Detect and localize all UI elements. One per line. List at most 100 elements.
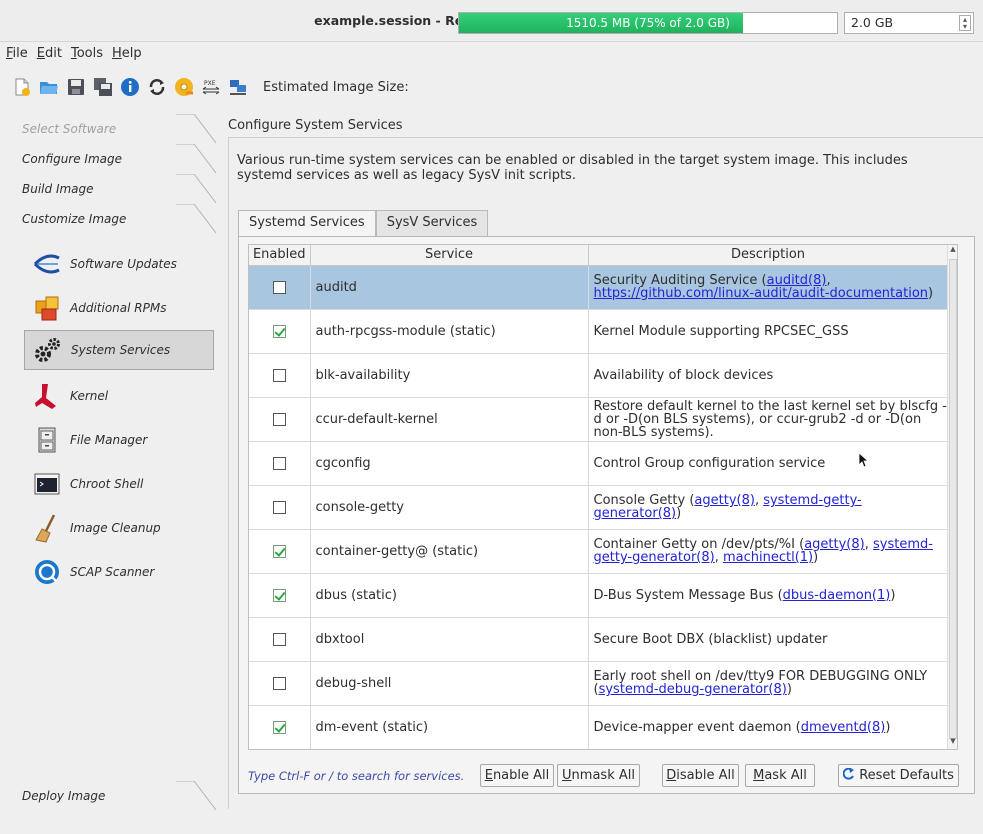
man-page-link[interactable]: dmeventd(8) [801,720,886,735]
page-description: Various run-time system services can be … [237,153,908,183]
service-description: Control Group configuration service [588,441,949,486]
man-page-link[interactable]: systemd-debug-generator(8) [599,682,787,697]
toolbar: PXE Estimated Image Size: [0,65,983,109]
step-select-software[interactable]: Select Software [0,114,222,144]
tool-file-manager[interactable]: File Manager [24,420,214,460]
tool-kernel[interactable]: Kernel [24,376,214,416]
spin-arrows-icon[interactable]: ▴ ▾ [959,15,971,31]
menu-edit[interactable]: Edit [35,46,69,61]
network-icon[interactable] [228,77,248,97]
info-icon[interactable] [120,77,140,97]
step-separator-icon [176,114,216,144]
save-icon[interactable] [66,77,86,97]
tool-system-services-label: System Services [71,343,171,357]
description-tail: ) [885,719,891,735]
column-header-service[interactable]: Service [310,245,589,266]
scrollbar-thumb[interactable] [949,259,957,739]
enabled-cell [249,353,311,398]
save-as-icon[interactable] [93,77,113,97]
menu-help[interactable]: Help [110,46,149,61]
description-tail: ) [786,682,792,697]
table-row[interactable]: debug-shell Early root shell on /dev/tty9… [249,661,949,706]
enabled-cell [249,309,311,354]
service-description: Early root shell on /dev/tty9 FOR DEBUGG… [588,661,949,706]
mouse-pointer-icon [858,452,870,468]
step-build-image[interactable]: Build Image [0,174,222,204]
link-separator: , [714,550,723,565]
tool-additional-rpms[interactable]: Additional RPMs [24,288,214,328]
enable-all-button[interactable]: Enable All [480,764,554,787]
step-customize-image[interactable]: Customize Image [0,204,222,234]
size-label: Estimated Image Size: [263,79,409,95]
man-page-link[interactable]: dbus-daemon(1) [783,588,891,603]
enabled-checkbox[interactable] [272,632,286,646]
disc-icon[interactable] [174,77,194,97]
link-separator: , [864,537,873,552]
scroll-up-icon[interactable]: ▲ [948,245,958,257]
man-page-link[interactable]: agetty(8) [694,493,755,508]
new-file-icon[interactable] [12,77,32,97]
tool-chroot-shell[interactable]: Chroot Shell [24,464,214,504]
menu-tools[interactable]: Tools [69,46,110,61]
table-row[interactable]: cgconfig Control Group configuration serv… [249,441,949,486]
table-row[interactable]: auth-rpcgss-module (static) Kernel Module… [249,309,949,354]
service-name: debug-shell [310,661,589,706]
tool-system-services[interactable]: System Services [24,330,214,370]
max-size-spinbox[interactable]: 2.0 GB ▴ ▾ [844,12,974,34]
table-row[interactable]: console-getty Console Getty (agetty(8), s… [249,485,949,530]
enabled-checkbox[interactable] [272,588,286,602]
services-table: Enabled Service Description auditd Securi… [248,244,958,750]
tab-sysv-services[interactable]: SysV Services [375,210,489,236]
enabled-checkbox[interactable] [272,500,286,514]
enable-all-rest: nable All [492,768,550,783]
pxe-text: PXE [204,80,216,87]
reset-defaults-button[interactable]: Reset Defaults [838,764,959,787]
enabled-checkbox[interactable] [272,720,286,734]
service-description: Availability of block devices [588,353,949,398]
open-folder-icon[interactable] [39,77,59,97]
table-row[interactable]: dm-event (static) Device-mapper event dae… [249,705,949,749]
enabled-checkbox[interactable] [272,544,286,558]
enabled-checkbox[interactable] [272,456,286,470]
description-tail: ) [890,587,896,603]
menu-help-rest: elp [121,45,142,61]
table-row[interactable]: auditd Security Auditing Service (auditd(… [249,265,949,310]
disable-all-button[interactable]: Disable All [662,764,739,787]
terminal-icon [32,469,62,499]
table-row[interactable]: dbus (static) D-Bus System Message Bus (d… [249,573,949,618]
software-updates-icon [32,249,62,279]
table-row[interactable]: blk-availability Availability of block de… [249,353,949,398]
scroll-down-icon[interactable]: ▼ [948,737,958,749]
image-size-progress: 1510.5 MB (75% of 2.0 GB) [458,12,838,34]
enabled-checkbox[interactable] [272,324,286,338]
service-name: auditd [310,265,589,310]
broom-icon [32,513,62,543]
pxe-icon[interactable]: PXE [201,77,221,97]
man-page-link[interactable]: https://github.com/linux-audit/audit-doc… [594,286,929,301]
enabled-checkbox[interactable] [272,412,286,426]
tool-chroot-shell-label: Chroot Shell [70,477,144,491]
column-header-enabled[interactable]: Enabled [249,245,311,266]
tab-systemd-services[interactable]: Systemd Services [238,210,376,237]
table-row[interactable]: dbxtool Secure Boot DBX (blacklist) updat… [249,617,949,662]
enabled-checkbox[interactable] [272,368,286,382]
table-row[interactable]: ccur-default-kernel Restore default kerne… [249,397,949,442]
table-scrollbar[interactable]: ▲ ▼ [947,245,957,749]
tool-file-manager-label: File Manager [70,433,148,447]
enabled-checkbox[interactable] [272,676,286,690]
tool-software-updates[interactable]: Software Updates [24,244,214,284]
refresh-icon[interactable] [147,77,167,97]
tool-image-cleanup[interactable]: Image Cleanup [24,508,214,548]
tool-scap-scanner[interactable]: SCAP Scanner [24,552,214,592]
mask-all-button[interactable]: Mask All [745,764,815,787]
man-page-link[interactable]: machinectl(1) [723,550,813,565]
enabled-checkbox[interactable] [272,280,286,294]
step-deploy-image[interactable]: Deploy Image [0,781,222,811]
unmask-all-button[interactable]: Unmask All [557,764,640,787]
enabled-cell [249,265,311,310]
step-configure-image[interactable]: Configure Image [0,144,222,174]
mask-all-rest: ask All [764,768,807,783]
table-row[interactable]: container-getty@ (static) Container Getty… [249,529,949,574]
column-header-description[interactable]: Description [588,245,949,266]
menu-file[interactable]: File [4,46,35,61]
